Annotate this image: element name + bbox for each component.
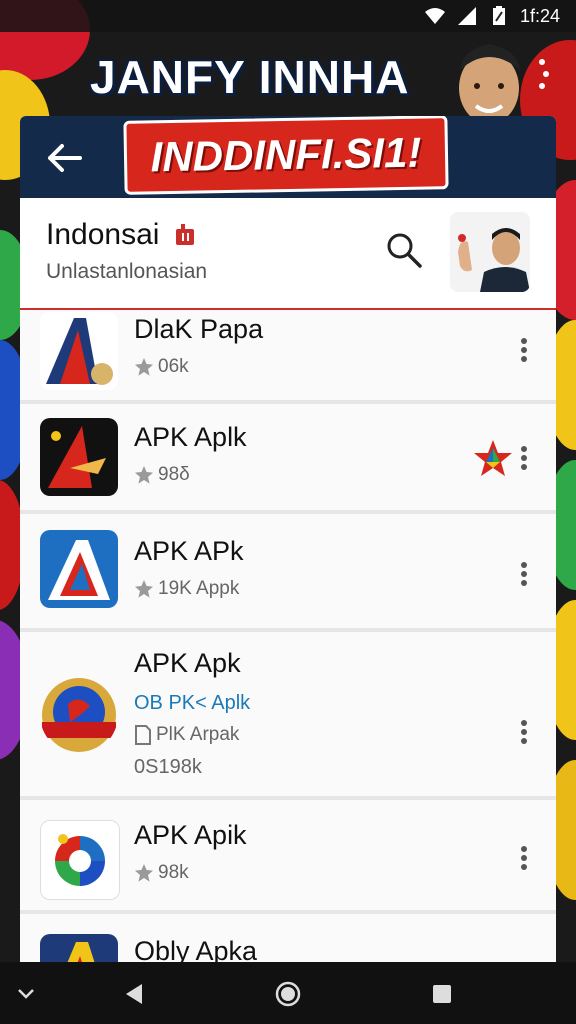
app-developer: OB PK< Aplk — [134, 692, 251, 714]
more-options-button[interactable] — [512, 438, 536, 478]
app-bar: INDDINFI.SI1! — [20, 116, 556, 198]
list-item[interactable]: APK Apik 98k — [20, 800, 556, 914]
verified-badge-icon — [174, 221, 196, 245]
circle-home-icon — [275, 981, 301, 1007]
star-icon — [135, 864, 153, 882]
list-item[interactable]: APK Apk OB PK< Aplk PlK Arpak 0S198k — [20, 632, 556, 800]
back-button[interactable] — [40, 136, 88, 180]
search-button[interactable] — [384, 230, 424, 270]
page-header: Indonsai Unlastanlonasian — [20, 198, 556, 311]
app-name: APK Apk — [134, 648, 241, 678]
arrow-left-icon — [48, 144, 82, 172]
battery-icon — [488, 5, 510, 27]
more-options-button[interactable] — [512, 712, 536, 752]
wifi-icon — [424, 5, 446, 27]
app-name: APK APk — [134, 536, 244, 566]
star-icon — [135, 358, 153, 376]
more-options-button[interactable] — [512, 330, 536, 370]
app-category: PlK Arpak — [134, 724, 239, 746]
promo-red-banner: INDDINFI.SI1! — [123, 116, 449, 195]
app-rating: 98k — [134, 862, 189, 884]
app-icon — [40, 530, 118, 608]
square-recents-icon — [433, 985, 451, 1003]
banner-title: JANFY INNHA — [90, 51, 410, 103]
nav-back-button[interactable] — [118, 978, 150, 1010]
nav-collapse-button[interactable] — [10, 978, 42, 1010]
app-downloads: 0S198k — [134, 756, 202, 778]
more-options-button[interactable] — [512, 838, 536, 878]
page-title: Indonsai — [46, 218, 196, 252]
app-meta: 98k — [158, 862, 189, 883]
more-options-button[interactable] — [512, 554, 536, 594]
list-item[interactable]: DlaK Papa 06k — [20, 310, 556, 404]
page-title-text: Indonsai — [46, 218, 160, 251]
app-icon — [40, 820, 120, 900]
app-icon — [40, 676, 118, 754]
nav-recents-button[interactable] — [426, 978, 458, 1010]
app-icon — [40, 418, 118, 496]
app-name: APK Apik — [134, 820, 247, 850]
chevron-down-icon — [18, 989, 34, 999]
app-meta: PlK Arpak — [156, 724, 240, 745]
avatar[interactable] — [450, 212, 530, 292]
nav-home-button[interactable] — [272, 978, 304, 1010]
app-meta: 06k — [158, 356, 189, 377]
app-rating: 06k — [134, 356, 189, 378]
star-icon — [135, 466, 153, 484]
document-icon — [135, 725, 151, 745]
triangle-back-icon — [126, 984, 142, 1004]
app-rating: 98δ — [134, 464, 190, 486]
app-rating: 19K Apрk — [134, 578, 239, 600]
app-store-card: INDDINFI.SI1! Indonsai Unlastanlonasian — [20, 116, 556, 976]
colorful-star-icon — [472, 438, 514, 480]
star-icon — [135, 580, 153, 598]
list-item[interactable]: APK Aplk 98δ — [20, 404, 556, 514]
list-item[interactable]: APK APk 19K Apрk — [20, 514, 556, 632]
signal-icon — [456, 5, 478, 27]
app-meta: 98δ — [158, 464, 190, 485]
page-subtitle: Unlastanlonasian — [46, 260, 208, 283]
app-name: APK Aplk — [134, 422, 247, 452]
app-icon — [40, 312, 118, 390]
app-meta: 19K Apрk — [158, 578, 240, 599]
app-name: DlaK Papa — [134, 314, 264, 344]
app-list: DlaK Papa 06k APK Aplk 98δ APK APk 19K A… — [20, 310, 556, 976]
search-icon — [387, 233, 422, 268]
system-nav-bar — [0, 962, 576, 1024]
status-time: 1f:24 — [519, 5, 560, 26]
